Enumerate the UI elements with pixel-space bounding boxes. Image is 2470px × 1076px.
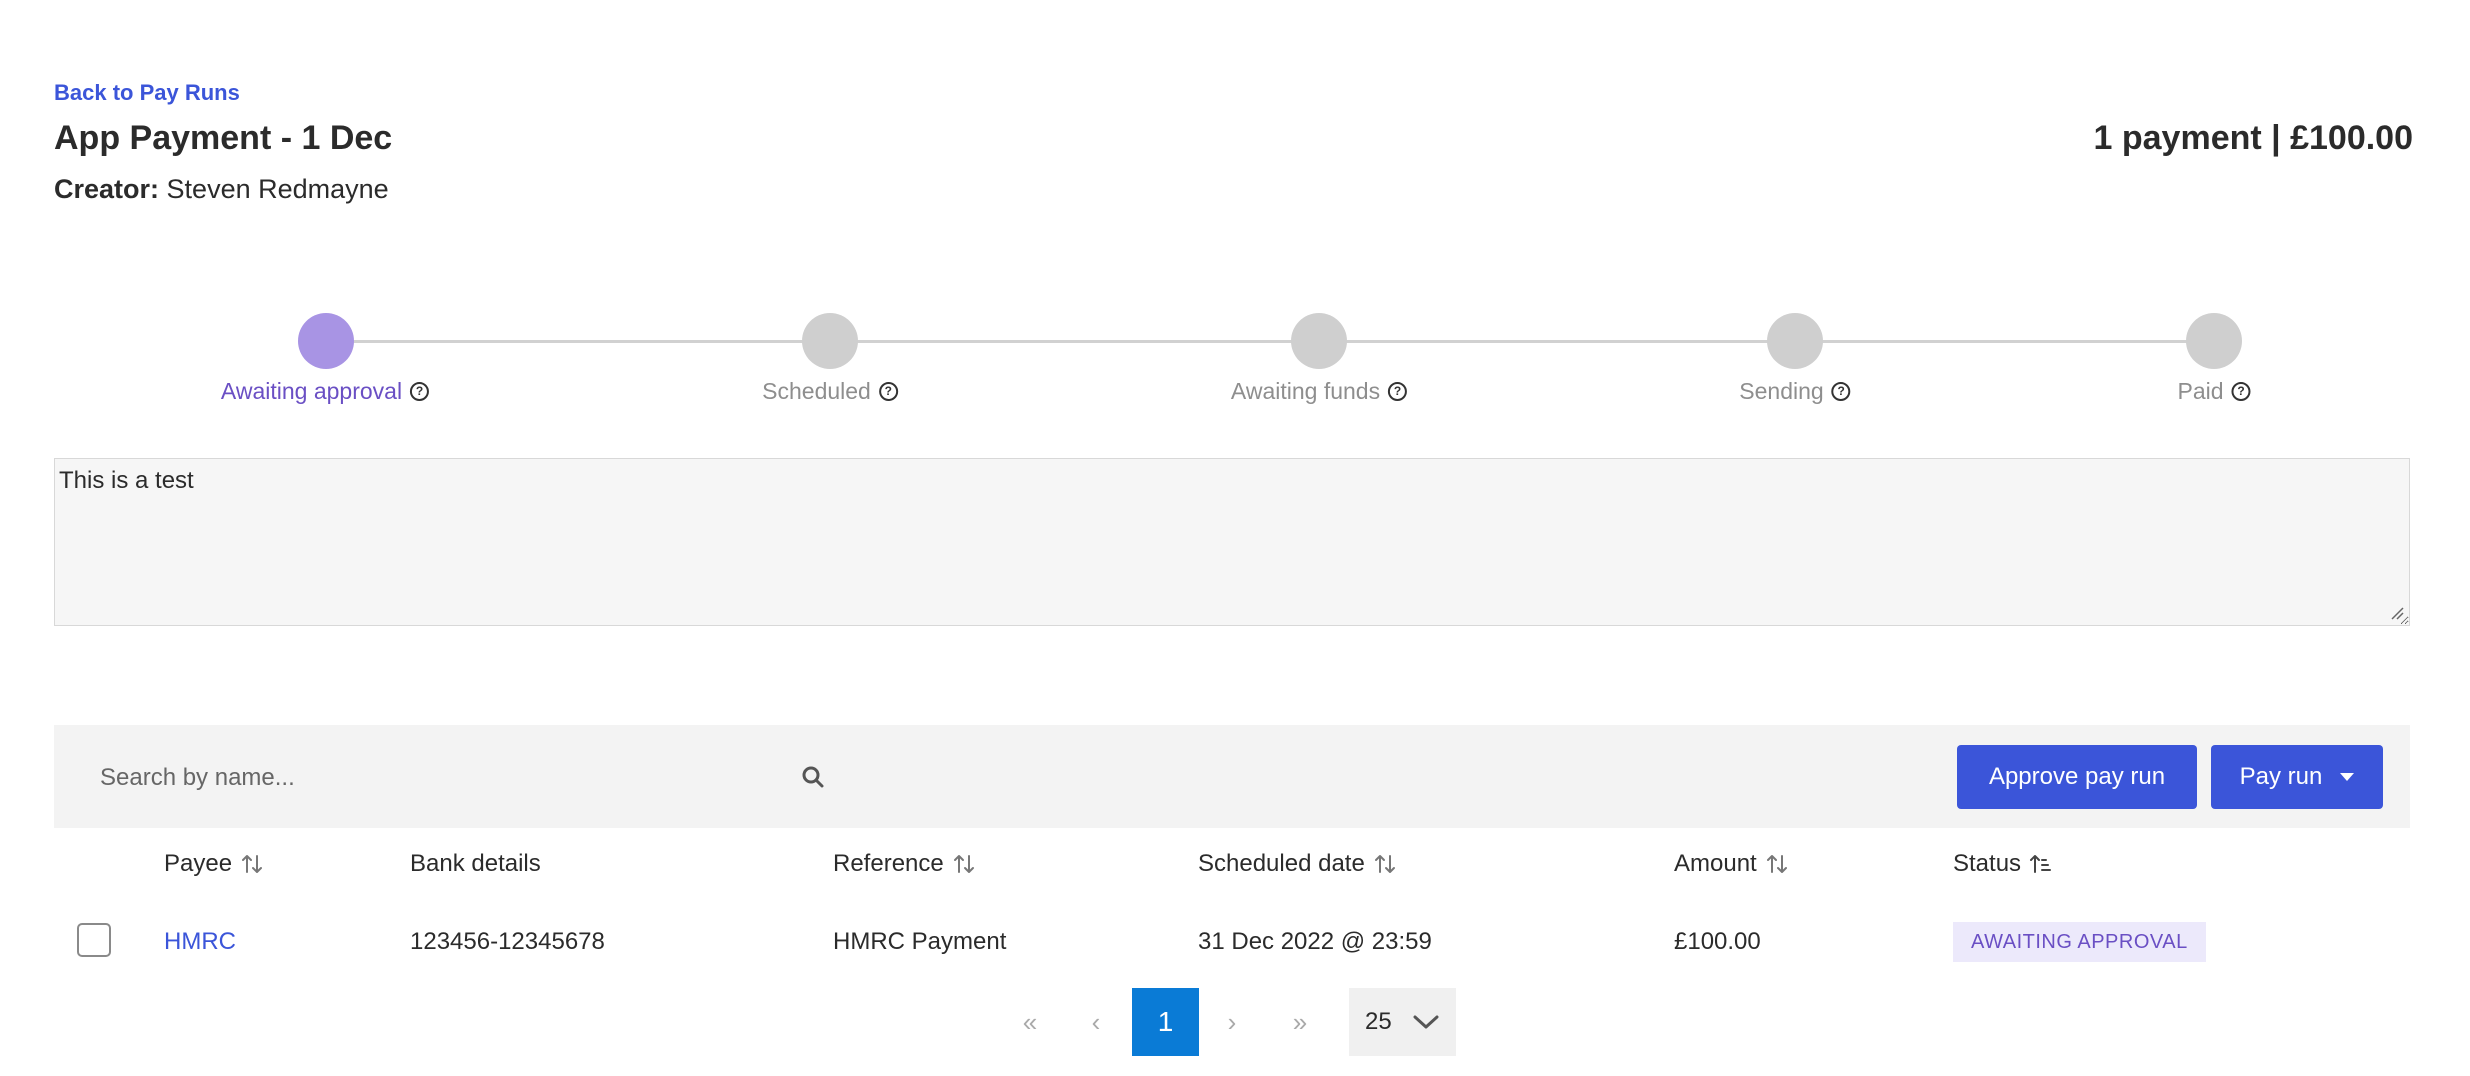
step-label: Scheduled (762, 378, 871, 404)
step-dot-awaiting-approval (298, 313, 354, 369)
creator-label: Creator: (54, 174, 160, 204)
creator-name: Steven Redmayne (166, 174, 389, 204)
column-label: Amount (1674, 850, 1757, 877)
pay-run-dropdown-button[interactable]: Pay run (2211, 745, 2383, 809)
sort-icon (953, 855, 974, 873)
column-header-reference[interactable]: Reference (833, 848, 976, 880)
sort-icon (1374, 855, 1395, 873)
step-dot-awaiting-funds (1291, 313, 1347, 369)
step-label: Awaiting funds (1230, 378, 1381, 404)
notes-textarea[interactable]: This is a test (54, 458, 2410, 626)
help-icon[interactable]: ? (1831, 381, 1851, 401)
column-label: Payee (164, 850, 233, 877)
search-input[interactable] (98, 758, 822, 798)
caret-down-icon (2340, 773, 2355, 781)
column-label: Bank details (410, 850, 541, 877)
sort-icon (242, 855, 263, 873)
column-label: Scheduled date (1198, 850, 1365, 877)
page-size-select[interactable]: 25 (1349, 988, 1456, 1056)
step-awaiting-approval: Awaiting approval ? (220, 376, 430, 406)
approve-pay-run-button[interactable]: Approve pay run (1957, 745, 2197, 809)
step-label: Awaiting approval (220, 378, 403, 404)
step-scheduled: Scheduled ? (762, 376, 898, 406)
step-dot-sending (1767, 313, 1823, 369)
reference-cell: HMRC Payment (833, 928, 1007, 955)
help-icon[interactable]: ? (410, 381, 430, 401)
payee-link[interactable]: HMRC (164, 926, 236, 958)
bank-details-cell: 123456-12345678 (410, 928, 605, 955)
next-page-button[interactable]: › (1214, 988, 1250, 1056)
amount-cell: £100.00 (1674, 928, 1761, 955)
pay-run-label: Pay run (2239, 763, 2323, 790)
column-header-status[interactable]: Status (1953, 848, 2053, 880)
help-icon[interactable]: ? (2231, 381, 2251, 401)
step-sending: Sending ? (1739, 376, 1851, 406)
chevron-down-icon (1413, 1015, 1439, 1029)
payment-summary: 1 payment | £100.00 (2093, 119, 2413, 157)
page-1-button[interactable]: 1 (1132, 988, 1199, 1056)
first-page-button[interactable]: « (1010, 988, 1050, 1056)
step-dot-paid (2186, 313, 2242, 369)
column-label: Reference (833, 850, 944, 877)
last-page-button[interactable]: » (1280, 988, 1320, 1056)
step-label: Sending (1739, 378, 1824, 404)
help-icon[interactable]: ? (878, 381, 898, 401)
sort-ascending-icon (2030, 855, 2052, 873)
status-badge: AWAITING APPROVAL (1953, 922, 2206, 962)
stepper-track (325, 340, 2215, 343)
page-title: App Payment - 1 Dec (54, 119, 393, 157)
column-header-scheduled-date[interactable]: Scheduled date (1198, 848, 1397, 880)
step-paid: Paid ? (2177, 376, 2251, 406)
step-dot-scheduled (802, 313, 858, 369)
page-size-value: 25 (1365, 1008, 1392, 1035)
column-header-payee[interactable]: Payee (164, 848, 264, 880)
step-awaiting-funds: Awaiting funds ? (1230, 376, 1408, 406)
sort-icon (1766, 855, 1787, 873)
help-icon[interactable]: ? (1388, 381, 1408, 401)
scheduled-date-cell: 31 Dec 2022 @ 23:59 (1198, 928, 1432, 955)
column-header-bank-details: Bank details (410, 848, 541, 880)
back-to-pay-runs-link[interactable]: Back to Pay Runs (54, 80, 240, 106)
column-label: Status (1953, 850, 2022, 877)
creator-info: Creator: Steven Redmayne (54, 172, 389, 206)
column-header-amount[interactable]: Amount (1674, 848, 1789, 880)
step-label: Paid (2177, 378, 2224, 404)
row-checkbox[interactable] (77, 923, 111, 957)
search-icon[interactable] (800, 764, 826, 790)
previous-page-button[interactable]: ‹ (1078, 988, 1114, 1056)
resize-grip-icon[interactable] (2390, 606, 2404, 620)
